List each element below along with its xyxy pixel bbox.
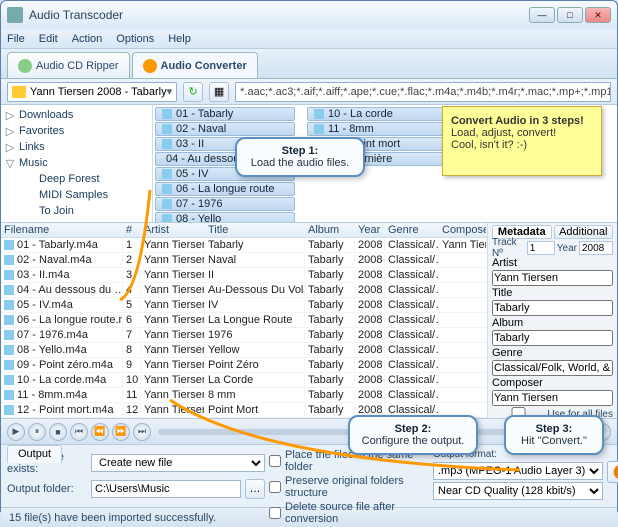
tree-node[interactable]: ▽Music (1, 155, 152, 171)
tree-node[interactable]: ▷Links (1, 139, 152, 155)
output-format-select[interactable]: .mp3 (MPEG-1 Audio Layer 3) (433, 462, 603, 480)
refresh-button[interactable]: ↻ (183, 82, 203, 102)
table-row[interactable]: 10 - La corde.m4a10Yann TiersenLa CordeT… (1, 373, 487, 388)
tree-node[interactable]: Deep Forest (1, 171, 152, 187)
folder-tree[interactable]: ▷Downloads▷Favorites▷Links▽MusicDeep For… (1, 105, 153, 222)
output-folder-field[interactable] (91, 480, 241, 498)
menubar: File Edit Action Options Help (1, 29, 617, 49)
convert-icon (143, 59, 157, 73)
tree-node[interactable]: To Join (1, 203, 152, 219)
artist-field[interactable] (492, 270, 613, 286)
tab-output[interactable]: Output (7, 445, 62, 463)
browse-folder-button[interactable]: … (245, 479, 265, 499)
table-row[interactable]: 02 - Naval.m4a2Yann TiersenNavalTabarly2… (1, 253, 487, 268)
place-same-checkbox[interactable] (269, 455, 281, 467)
table-row[interactable]: 06 - La longue route.m4a6Yann TiersenLa … (1, 313, 487, 328)
forward-button[interactable]: ⏩ (112, 423, 130, 441)
genre-field[interactable] (492, 360, 613, 376)
table-row[interactable]: 07 - 1976.m4a7Yann Tiersen1976Tabarly200… (1, 328, 487, 343)
menu-options[interactable]: Options (116, 33, 154, 45)
file-item[interactable]: 02 - Naval (155, 122, 295, 136)
output-quality-select[interactable]: Near CD Quality (128 kbit/s) (433, 482, 603, 500)
table-row[interactable]: 05 - IV.m4a5Yann TiersenIVTabarly2008Cla… (1, 298, 487, 313)
tree-node[interactable]: ▷Favorites (1, 123, 152, 139)
grid-header[interactable]: Filename # Artist Title Album Year Genre… (1, 223, 487, 238)
file-item[interactable]: 01 - Tabarly (155, 107, 295, 121)
metadata-pane: Metadata Additional Track NºYear Artist … (487, 223, 617, 418)
file-item[interactable]: 07 - 1976 (155, 197, 295, 211)
prev-button[interactable]: ⏮ (70, 423, 88, 441)
sticky-note: Convert Audio in 3 steps! Load, adjust, … (442, 106, 602, 176)
gear-icon (614, 465, 618, 479)
file-item[interactable]: 11 - 8mm (307, 122, 447, 136)
maximize-button[interactable]: □ (557, 7, 583, 23)
play-button[interactable]: ▶ (7, 423, 25, 441)
track-section: Filename # Artist Title Album Year Genre… (1, 223, 617, 419)
table-row[interactable]: 03 - II.m4a3Yann TiersenIITabarly2008Cla… (1, 268, 487, 283)
callout-step2: Step 2:Configure the output. (348, 415, 478, 455)
folder-combo[interactable]: Yann Tiersen 2008 - Tabarly ▾ (7, 82, 177, 102)
table-row[interactable]: 04 - Au dessous du …m4a4Yann TiersenAu-D… (1, 283, 487, 298)
tab-additional[interactable]: Additional (554, 225, 614, 239)
year-field[interactable] (579, 241, 613, 255)
delete-after-checkbox[interactable] (269, 507, 281, 519)
view-list-button[interactable]: ▦ (209, 82, 229, 102)
trackno-field[interactable] (527, 241, 555, 255)
rewind-button[interactable]: ⏪ (91, 423, 109, 441)
file-item[interactable]: 08 - Yello (155, 212, 295, 222)
cd-icon (18, 59, 32, 73)
menu-edit[interactable]: Edit (39, 33, 58, 45)
settings-button[interactable]: Settings (607, 461, 618, 483)
window-title: Audio Transcoder (29, 8, 529, 22)
title-field[interactable] (492, 300, 613, 316)
close-button[interactable]: ✕ (585, 7, 611, 23)
album-field[interactable] (492, 330, 613, 346)
extension-filter[interactable]: *.aac;*.ac3;*.aif;*.aiff;*.ape;*.cue;*.f… (235, 82, 611, 102)
file-item[interactable]: 10 - La corde (307, 107, 447, 121)
table-row[interactable]: 01 - Tabarly.m4a1Yann TiersenTabarlyTaba… (1, 238, 487, 253)
tree-node[interactable]: MIDI Samples (1, 187, 152, 203)
tree-node[interactable]: Yann Tiersen 2008 - Tabarly (1, 219, 152, 222)
chevron-down-icon: ▾ (167, 85, 173, 98)
main-tabs: Audio CD Ripper Audio Converter (1, 49, 617, 79)
pause-button[interactable]: ⏸ (28, 423, 46, 441)
tab-cd-ripper[interactable]: Audio CD Ripper (7, 52, 130, 78)
callout-step3: Step 3:Hit "Convert." (504, 415, 604, 455)
tab-audio-converter[interactable]: Audio Converter (132, 52, 258, 78)
composer-field[interactable] (492, 390, 613, 406)
table-row[interactable]: 09 - Point zéro.m4a9Yann TiersenPoint Zé… (1, 358, 487, 373)
app-icon (7, 7, 23, 23)
preserve-checkbox[interactable] (269, 481, 281, 493)
toolbar: Yann Tiersen 2008 - Tabarly ▾ ↻ ▦ *.aac;… (1, 79, 617, 105)
track-grid[interactable]: Filename # Artist Title Album Year Genre… (1, 223, 487, 418)
next-button[interactable]: ⏭ (133, 423, 151, 441)
titlebar[interactable]: Audio Transcoder — □ ✕ (1, 1, 617, 29)
menu-help[interactable]: Help (168, 33, 191, 45)
menu-file[interactable]: File (7, 33, 25, 45)
callout-step1: Step 1:Load the audio files. (235, 137, 365, 177)
menu-action[interactable]: Action (72, 33, 103, 45)
table-row[interactable]: 11 - 8mm.m4a11Yann Tiersen8 mmTabarly200… (1, 388, 487, 403)
file-item[interactable]: 06 - La longue route (155, 182, 295, 196)
stop-button[interactable]: ■ (49, 423, 67, 441)
exists-select[interactable]: Create new file (91, 454, 265, 472)
tree-node[interactable]: ▷Downloads (1, 107, 152, 123)
folder-icon (12, 86, 26, 98)
minimize-button[interactable]: — (529, 7, 555, 23)
table-row[interactable]: 08 - Yello.m4a8Yann TiersenYellowTabarly… (1, 343, 487, 358)
